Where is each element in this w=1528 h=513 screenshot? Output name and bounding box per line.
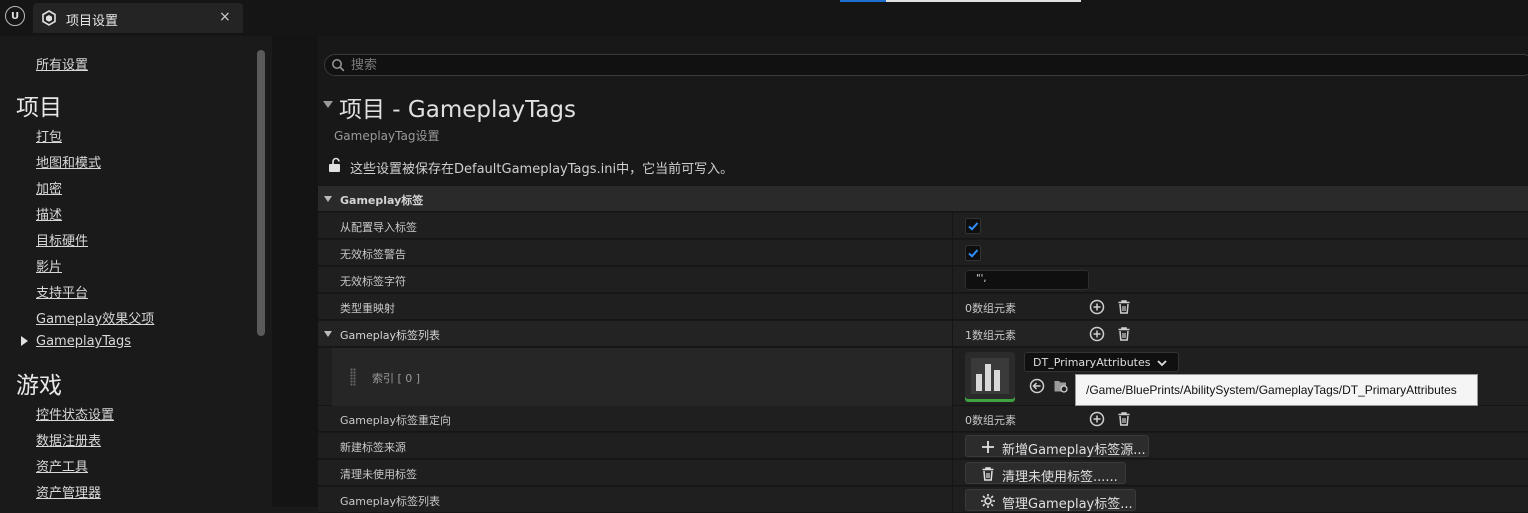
sidebar-item-encryption[interactable]: 加密 <box>36 178 62 197</box>
selected-arrow-icon <box>21 336 28 346</box>
delete-icon[interactable] <box>1116 326 1132 342</box>
add-element-icon[interactable] <box>1089 411 1105 427</box>
row-import-from-config: 从配置导入标签 <box>318 213 1528 239</box>
add-element-icon[interactable] <box>1089 299 1105 315</box>
sidebar-header-game: 游戏 <box>16 373 62 399</box>
expand-array-icon[interactable] <box>324 331 332 337</box>
toolbar-highlight <box>840 0 1081 2</box>
tab-project-settings[interactable]: 项目设置 × <box>33 3 243 33</box>
category-label: Gameplay标签 <box>340 194 424 207</box>
row-cleanup-unused: 清理未使用标签 清理未使用标签...... <box>318 460 1528 486</box>
chevron-down-icon <box>1157 360 1167 367</box>
drag-handle-icon[interactable] <box>350 368 356 386</box>
manage-gameplay-tags-button[interactable]: 管理Gameplay标签... <box>965 489 1136 512</box>
sidebar-header-project: 项目 <box>16 95 62 121</box>
array-count: 0数组元素 <box>965 302 1016 315</box>
property-label: 类型重映射 <box>340 302 395 315</box>
button-label: 清理未使用标签...... <box>1002 470 1118 485</box>
use-selected-icon[interactable] <box>1029 378 1045 394</box>
row-invalid-tag-warning: 无效标签警告 <box>318 240 1528 266</box>
row-tag-redirects: Gameplay标签重定向 0数组元素 <box>318 406 1528 432</box>
array-count: 0数组元素 <box>965 414 1016 427</box>
sidebar-item-maps-modes[interactable]: 地图和模式 <box>36 152 101 171</box>
project-settings-icon <box>42 10 56 26</box>
sidebar-item-data-registry[interactable]: 数据注册表 <box>36 430 101 449</box>
array-element-label-cell: 索引 [ 0 ] <box>332 348 952 406</box>
sidebar-item-supported-platforms[interactable]: 支持平台 <box>36 282 88 301</box>
close-icon[interactable]: × <box>219 9 231 25</box>
search-input[interactable] <box>351 55 1451 75</box>
search-box[interactable] <box>324 54 1528 76</box>
sidebar-item-gameplaytags[interactable]: GameplayTags <box>36 334 131 349</box>
cleanup-unused-tags-button[interactable]: 清理未使用标签...... <box>965 462 1126 485</box>
search-icon <box>332 59 345 72</box>
property-grid: Gameplay标签 从配置导入标签 无效标签警告 无效标签字符 "', 类型重… <box>318 186 1528 513</box>
property-label: 清理未使用标签 <box>340 468 417 481</box>
sidebar-item-movies[interactable]: 影片 <box>36 256 62 275</box>
row-type-remap: 类型重映射 0数组元素 <box>318 294 1528 320</box>
sidebar-item-asset-manager[interactable]: 资产管理器 <box>36 482 101 501</box>
row-invalid-tag-chars: 无效标签字符 "', <box>318 267 1528 293</box>
asset-picker-combo[interactable]: DT_PrimaryAttributes <box>1024 352 1179 372</box>
array-count: 1数组元素 <box>965 329 1016 342</box>
sidebar-item-target-hardware[interactable]: 目标硬件 <box>36 230 88 249</box>
category-gameplay-tags[interactable]: Gameplay标签 <box>318 186 1528 212</box>
row-new-tag-source: 新建标签来源 新增Gameplay标签源... <box>318 433 1528 459</box>
property-label: 无效标签字符 <box>340 275 406 288</box>
sidebar-item-widget-state[interactable]: 控件状态设置 <box>36 404 114 423</box>
datatable-thumbnail-icon[interactable] <box>965 352 1015 402</box>
invalid-tag-chars-input[interactable]: "', <box>965 270 1089 290</box>
asset-path-tooltip: /Game/BluePrints/AbilitySystem/GameplayT… <box>1075 374 1478 406</box>
row-tag-table-list[interactable]: Gameplay标签列表 1数组元素 <box>318 321 1528 347</box>
delete-icon[interactable] <box>1116 411 1132 427</box>
category-collapse-icon[interactable] <box>324 196 332 202</box>
import-from-config-checkbox[interactable] <box>965 218 981 234</box>
tooltip-text: /Game/BluePrints/AbilitySystem/GameplayT… <box>1086 383 1457 397</box>
sidebar-item-description[interactable]: 描述 <box>36 204 62 223</box>
panel-splitter[interactable] <box>272 36 318 507</box>
property-label: 无效标签警告 <box>340 248 406 261</box>
checkmark-icon <box>968 249 979 258</box>
sidebar-scrollbar[interactable] <box>257 50 265 336</box>
browse-asset-icon[interactable] <box>1053 378 1069 394</box>
row-tag-list: Gameplay标签列表 管理Gameplay标签... <box>318 487 1528 513</box>
collapse-section-icon[interactable] <box>323 101 333 108</box>
button-label: 新增Gameplay标签源... <box>1002 443 1146 458</box>
trash-icon <box>982 467 994 481</box>
property-label: Gameplay标签列表 <box>340 329 441 342</box>
tab-title: 项目设置 <box>66 14 119 29</box>
delete-icon[interactable] <box>1116 299 1132 315</box>
lock-icon[interactable] <box>328 157 342 173</box>
array-index-label: 索引 [ 0 ] <box>372 372 421 385</box>
add-tag-source-button[interactable]: 新增Gameplay标签源... <box>965 435 1149 458</box>
array-element-row: 索引 [ 0 ] DT_PrimaryAttributes /Game/Blue… <box>318 348 1528 406</box>
sidebar-item-packaging[interactable]: 打包 <box>36 126 62 145</box>
property-label: 新建标签来源 <box>340 441 406 454</box>
invalid-tag-warning-checkbox[interactable] <box>965 245 981 261</box>
button-label: 管理Gameplay标签... <box>1002 497 1133 512</box>
add-element-icon[interactable] <box>1089 326 1105 342</box>
sidebar-item-gameplay-effect-parents[interactable]: Gameplay效果父项 <box>36 308 154 327</box>
sidebar-item-all-settings[interactable]: 所有设置 <box>36 54 88 73</box>
asset-name: DT_PrimaryAttributes <box>1033 356 1151 369</box>
section-title: 项目 - GameplayTags <box>339 97 577 123</box>
plus-icon <box>982 441 994 453</box>
property-label: 从配置导入标签 <box>340 221 417 234</box>
config-save-note: 这些设置被保存在DefaultGameplayTags.ini中，它当前可写入。 <box>350 162 734 177</box>
sidebar-item-asset-tools[interactable]: 资产工具 <box>36 456 88 475</box>
title-bar: U 项目设置 × <box>0 0 1528 36</box>
checkmark-icon <box>968 222 979 231</box>
section-subtitle: GameplayTag设置 <box>334 129 440 143</box>
property-label: Gameplay标签重定向 <box>340 414 452 427</box>
unreal-logo-icon[interactable]: U <box>5 6 25 26</box>
